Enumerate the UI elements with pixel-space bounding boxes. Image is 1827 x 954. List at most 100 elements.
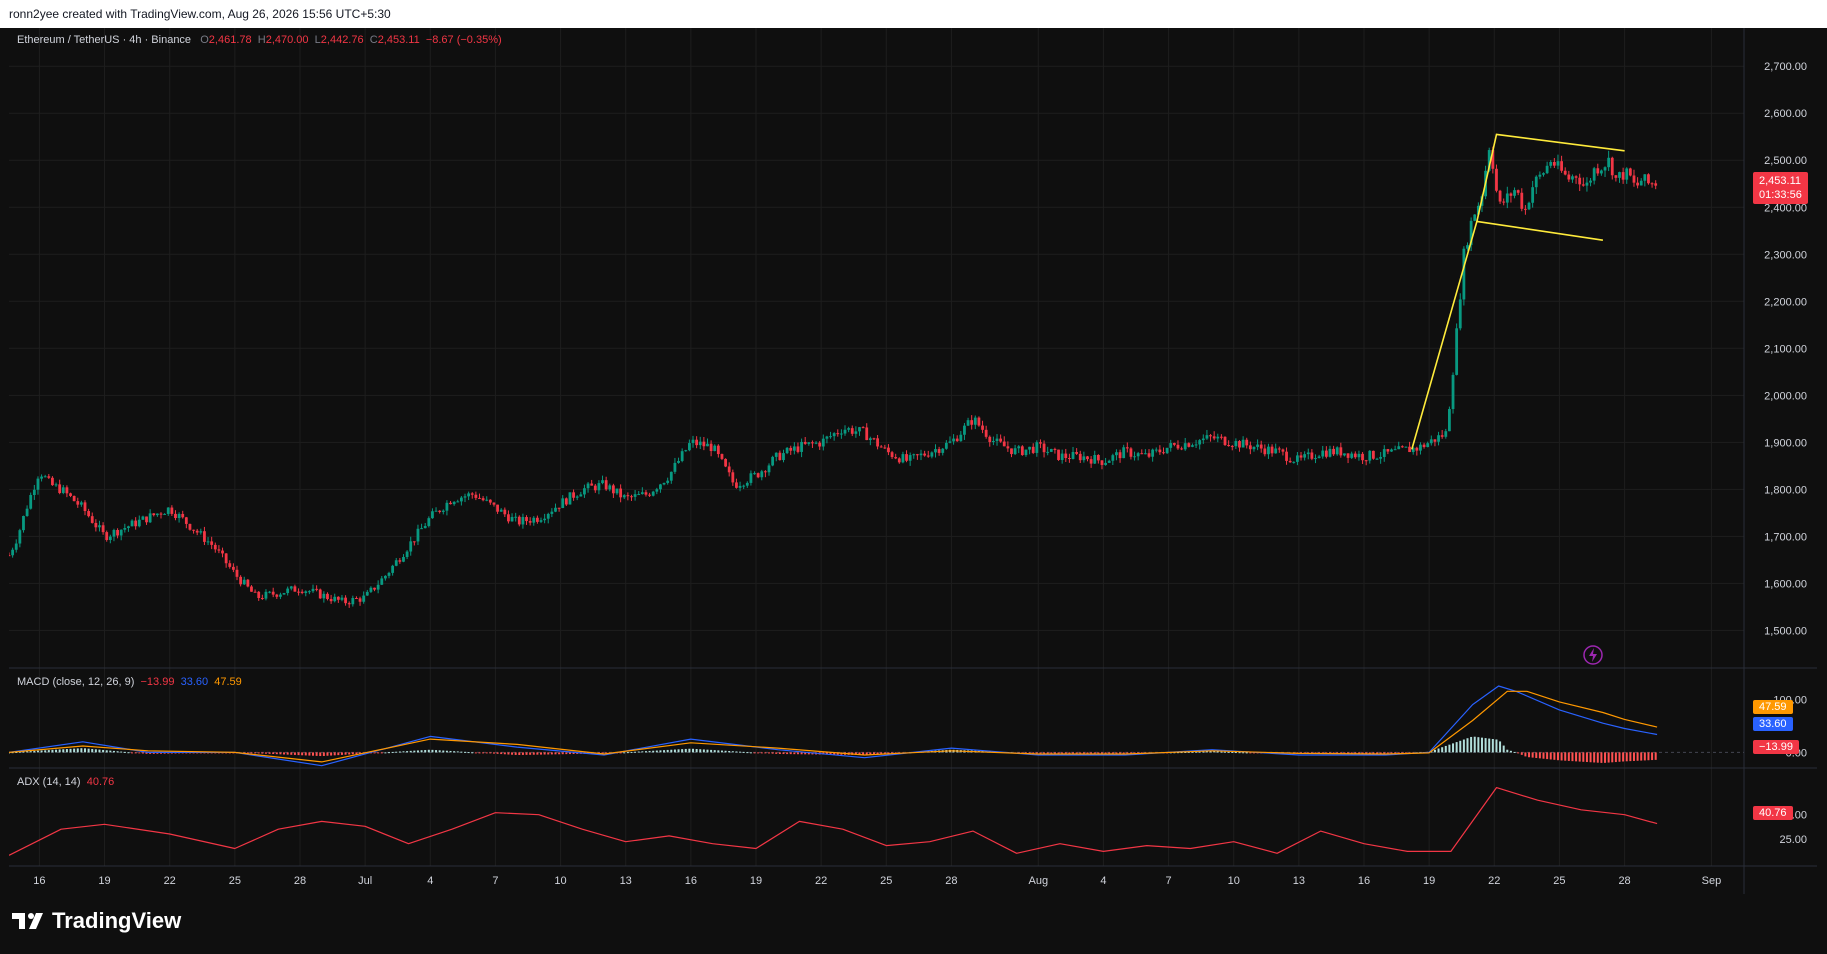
- macd-histogram-bar: [753, 752, 756, 754]
- candle-body: [1082, 456, 1086, 461]
- candle-body: [72, 495, 76, 502]
- macd-histogram-bar: [1072, 752, 1075, 754]
- candle-body: [1610, 157, 1614, 176]
- candle-body: [850, 428, 854, 434]
- macd-histogram-bar: [333, 752, 336, 756]
- macd-histogram-bar: [1441, 747, 1444, 753]
- macd-histogram-bar: [413, 750, 416, 753]
- candle-body: [905, 454, 908, 461]
- macd-histogram-bar: [58, 749, 61, 753]
- candle-body: [535, 517, 539, 522]
- candle-body: [894, 457, 898, 459]
- adx-legend[interactable]: ADX (14, 14) 40.76: [17, 776, 114, 788]
- alert-icon[interactable]: [1583, 645, 1603, 665]
- macd-histogram-bar: [1216, 751, 1219, 753]
- candle-body: [727, 466, 731, 473]
- candle-body: [1140, 453, 1144, 455]
- candle-body: [923, 453, 927, 456]
- candle-body: [1093, 454, 1097, 464]
- candle-body: [1618, 172, 1621, 178]
- macd-histogram-bar: [1636, 752, 1639, 761]
- candle-body: [199, 531, 203, 533]
- candle-body: [608, 485, 612, 490]
- chart-svg[interactable]: 1,500.00 1,600.00 1,700.00 1,800.00 1,900.00…: [7, 28, 1817, 894]
- candle-body: [1158, 449, 1162, 453]
- macd-histogram-bar: [547, 752, 550, 755]
- candle-body: [677, 460, 680, 463]
- macd-histogram-bar: [1224, 751, 1227, 753]
- candle-body: [915, 454, 919, 456]
- candle-body: [119, 529, 123, 536]
- macd-histogram-bar: [435, 750, 438, 753]
- candle-body: [1397, 446, 1401, 450]
- candle-body: [32, 489, 36, 496]
- macd-histogram-bar: [105, 750, 108, 753]
- macd-histogram-bar: [540, 752, 543, 755]
- macd-histogram-bar: [340, 752, 343, 755]
- price-tick-label: 1,800.00: [1764, 484, 1807, 496]
- price-tick-label: 1,700.00: [1764, 531, 1807, 543]
- candle-body: [1607, 157, 1611, 168]
- chart-area[interactable]: 1,500.00 1,600.00 1,700.00 1,800.00 1,900.00…: [7, 28, 1817, 894]
- candle-body: [470, 493, 474, 495]
- macd-histogram-bar: [1484, 738, 1487, 753]
- macd-histogram-bar: [36, 750, 39, 753]
- tradingview-logo[interactable]: TradingView: [12, 908, 181, 934]
- candle-body: [478, 497, 481, 499]
- candle-body: [981, 425, 984, 430]
- macd-histogram-bar: [1556, 752, 1559, 761]
- candle-body: [282, 593, 286, 595]
- candle-body: [767, 465, 771, 473]
- candle-body: [1024, 449, 1028, 456]
- macd-histogram-bar: [670, 749, 673, 753]
- time-tick-label: 7: [1165, 875, 1171, 887]
- macd-histogram-bar: [1104, 752, 1107, 754]
- macd-histogram-bar: [330, 752, 333, 756]
- time-axis[interactable]: 16 19 22 25 28 Jul 4 7 10 13 16 19 22 25 28 Aug 4 7 10 13 16…: [33, 875, 1721, 887]
- macd-histogram-bar: [626, 752, 629, 754]
- macd-histogram-bar: [127, 752, 130, 754]
- macd-histogram-bar: [380, 752, 383, 754]
- macd-legend[interactable]: MACD (close, 12, 26, 9) −13.99 33.60 47.…: [17, 676, 242, 688]
- candle-body: [622, 495, 626, 498]
- macd-histogram-bar: [677, 749, 680, 753]
- open-value: 2,461.78: [208, 34, 252, 46]
- time-tick-label: 25: [1553, 875, 1565, 887]
- candle-body: [1067, 458, 1071, 460]
- macd-histogram-bar: [554, 752, 557, 755]
- macd-histogram-bar: [51, 749, 54, 753]
- footer: TradingView: [0, 894, 1827, 954]
- macd-histogram-bar: [731, 751, 734, 753]
- candle-body: [195, 530, 199, 533]
- candle-body: [101, 525, 105, 533]
- candle-body: [1194, 444, 1198, 446]
- adx-pane: [8, 786, 1658, 856]
- candle-body: [36, 478, 40, 490]
- candle-body: [318, 589, 322, 599]
- candle-body: [1191, 445, 1194, 447]
- macd-histogram-bar: [261, 752, 264, 754]
- candle-body: [170, 507, 174, 514]
- candle-body: [680, 451, 684, 461]
- macd-histogram-bar: [1459, 740, 1462, 753]
- candle-body: [1636, 182, 1639, 186]
- candle-body: [1227, 445, 1231, 447]
- macd-histogram-bar: [76, 748, 79, 753]
- candle-body: [297, 591, 300, 593]
- macd-histogram-bar: [710, 749, 713, 753]
- macd-histogram-bar: [268, 752, 271, 754]
- macd-histogram-bar: [786, 752, 789, 755]
- macd-histogram-bar: [1542, 752, 1545, 759]
- macd-histogram-bar: [391, 751, 394, 753]
- candle-body: [271, 591, 275, 595]
- macd-histogram-bar: [1491, 739, 1494, 753]
- candle-body: [1473, 214, 1477, 221]
- candle-body: [1581, 184, 1585, 186]
- candle-body: [908, 455, 912, 461]
- candle-body: [116, 529, 119, 536]
- candle-body: [1042, 443, 1046, 453]
- main-legend[interactable]: Ethereum / TetherUS · 4h · Binance O2,46…: [17, 34, 502, 46]
- macd-histogram-bar: [134, 752, 137, 754]
- candle-body: [1549, 161, 1553, 166]
- macd-histogram-bar: [355, 752, 358, 755]
